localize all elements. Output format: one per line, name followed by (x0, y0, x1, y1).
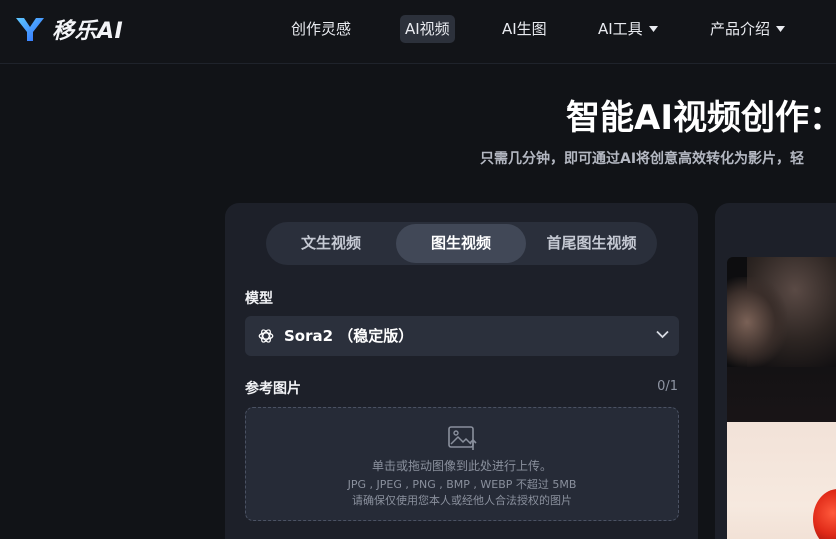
hero-title: 智能AI视频创作： (566, 98, 836, 138)
nav-item-label: AI生图 (502, 20, 547, 38)
tab-first-last-frame-video[interactable]: 首尾图生视频 (528, 224, 655, 263)
nav-item-label: 创作灵感 (291, 20, 352, 38)
hero-subtitle: 只需几分钟，即可通过AI将创意高效转化为影片，轻 (480, 151, 805, 167)
nav-item-label: AI视频 (405, 20, 450, 38)
preview-image (727, 257, 836, 539)
nav-item-ai-tools[interactable]: AI工具 (598, 15, 658, 43)
main-nav: 创作灵感 AI视频 AI生图 AI工具 产品介绍 (0, 15, 836, 43)
reference-image-label: 参考图片 (245, 381, 301, 397)
mode-tabs: 文生视频 图生视频 首尾图生视频 (266, 222, 657, 265)
upload-formats: JPG , JPEG , PNG , BMP , WEBP 不超过 5MB (347, 478, 577, 491)
chevron-down-icon (656, 330, 669, 339)
tab-text-to-video[interactable]: 文生视频 (268, 224, 394, 263)
openai-icon (258, 329, 274, 343)
caret-down-icon (776, 26, 786, 32)
generator-panel: 文生视频 图生视频 首尾图生视频 模型 Sora2 （稳定版） 参考图片 0/1… (225, 203, 698, 539)
nav-item-inspiration[interactable]: 创作灵感 (291, 15, 351, 43)
upload-hint: 单击或拖动图像到此处进行上传。 (371, 459, 552, 473)
reference-image-count: 0/1 (657, 379, 678, 394)
upload-notice: 请确保仅使用您本人或经他人合法授权的图片 (352, 494, 572, 507)
nav-item-products[interactable]: 产品介绍 (710, 15, 786, 43)
nav-item-ai-video[interactable]: AI视频 (400, 15, 455, 43)
caret-down-icon (648, 26, 658, 32)
image-upload-dropzone[interactable]: 单击或拖动图像到此处进行上传。 JPG , JPEG , PNG , BMP ,… (245, 407, 679, 521)
nav-item-label: AI工具 (598, 20, 643, 38)
model-label: 模型 (245, 291, 273, 307)
tab-image-to-video[interactable]: 图生视频 (396, 224, 526, 263)
model-select-value: Sora2 （稳定版） (284, 327, 414, 345)
nav-item-label: 产品介绍 (710, 20, 771, 38)
nav-item-ai-image[interactable]: AI生图 (502, 15, 547, 43)
preview-panel (715, 203, 836, 539)
top-header: 移乐AI 创作灵感 AI视频 AI生图 AI工具 产品介绍 (0, 0, 836, 64)
image-upload-icon (448, 426, 477, 450)
model-select[interactable]: Sora2 （稳定版） (245, 316, 679, 356)
